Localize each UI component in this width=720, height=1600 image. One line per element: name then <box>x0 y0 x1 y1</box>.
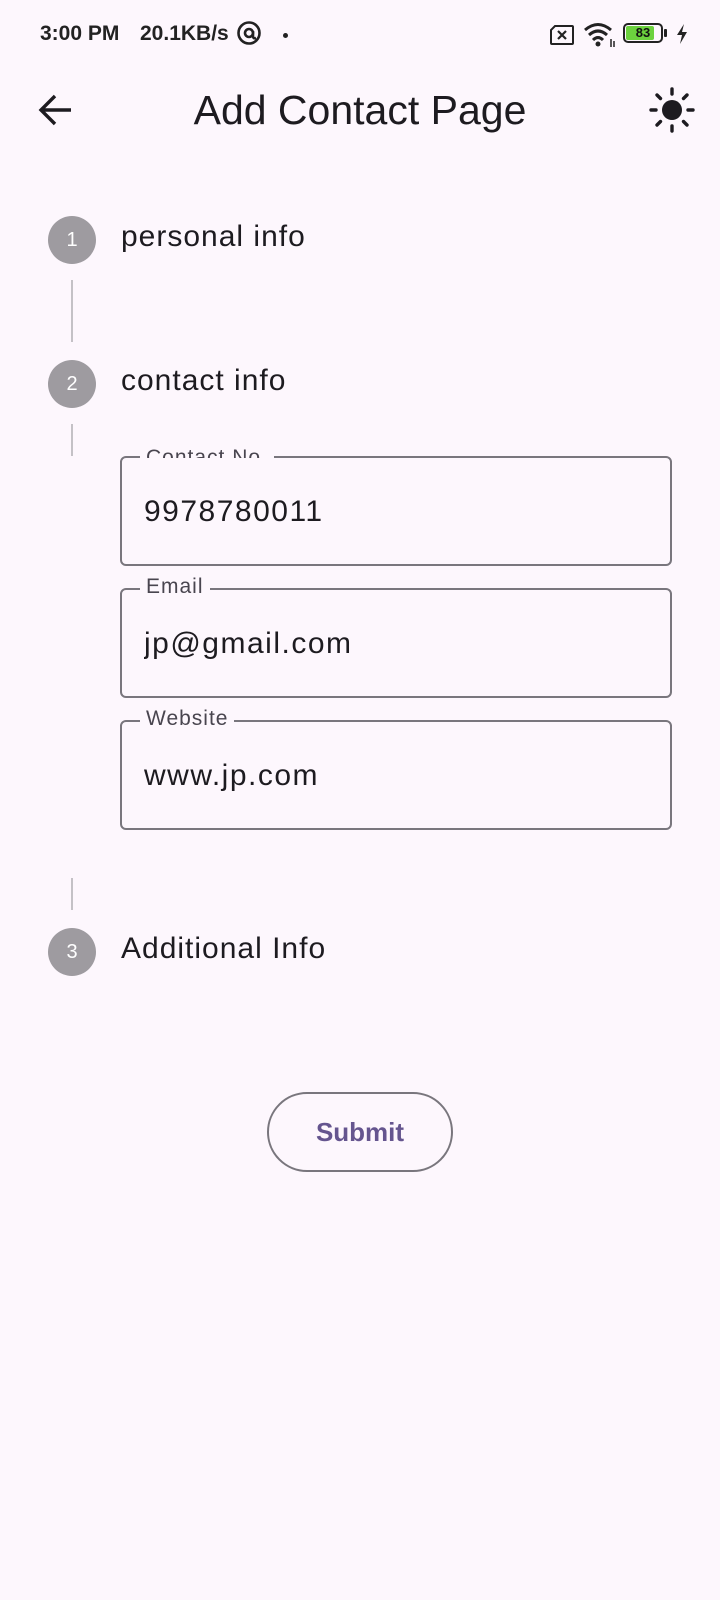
step-title: Additional Info <box>121 932 327 965</box>
contact-number-input[interactable] <box>144 490 644 534</box>
app-bar: Add Contact Page <box>0 70 720 150</box>
wifi-icon <box>584 23 615 47</box>
step-connector <box>71 424 73 456</box>
step-title: personal info <box>121 220 306 253</box>
battery-level: 83 <box>635 25 651 40</box>
theme-toggle-button[interactable] <box>646 84 698 136</box>
step-number-circle: 1 <box>48 216 96 264</box>
network-speed: 20.1KB/s <box>140 22 229 45</box>
step-title: contact info <box>121 364 287 397</box>
step-connector <box>71 878 73 910</box>
at-sign-icon <box>237 21 261 45</box>
email-input[interactable] <box>144 622 644 666</box>
status-time: 3:00 PM <box>40 22 120 45</box>
sim-disabled-icon <box>550 25 574 45</box>
step-number-circle: 3 <box>48 928 96 976</box>
notification-dot-icon <box>283 33 288 38</box>
add-contact-screen: 3:00 PM 20.1KB/s 83 Add Contact Page 1 p… <box>0 0 720 1600</box>
back-button[interactable] <box>30 84 82 136</box>
arrow-back-icon <box>38 94 71 126</box>
email-field[interactable]: Email <box>120 574 672 698</box>
submit-button[interactable]: Submit <box>267 1092 453 1172</box>
battery-icon: 83 <box>623 23 669 45</box>
website-label: Website <box>140 706 235 732</box>
website-field[interactable]: Website <box>120 706 672 830</box>
charging-bolt-icon <box>677 24 687 44</box>
step-number-circle: 2 <box>48 360 96 408</box>
status-bar: 3:00 PM 20.1KB/s 83 <box>0 0 720 70</box>
contact-number-field[interactable]: Contact No. <box>120 444 672 566</box>
step-connector <box>71 280 73 342</box>
email-label: Email <box>140 574 210 600</box>
page-title: Add Contact Page <box>193 87 527 133</box>
contact-number-label: Contact No. <box>140 444 274 458</box>
website-input[interactable] <box>144 754 644 798</box>
sun-icon <box>649 87 695 133</box>
